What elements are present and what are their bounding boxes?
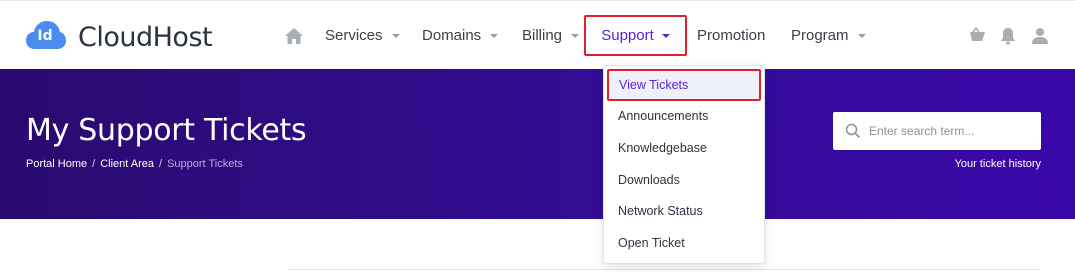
home-icon[interactable] — [284, 26, 304, 46]
breadcrumb-link-home[interactable]: Portal Home — [26, 158, 87, 170]
site-logo[interactable]: Id CloudHost — [26, 19, 213, 53]
chevron-down-icon — [857, 33, 866, 38]
search-input[interactable] — [869, 112, 1037, 150]
chevron-down-icon — [391, 33, 400, 38]
page-header: My Support Tickets Portal Home / Client Ar… — [0, 69, 1075, 219]
nav-item-services[interactable]: Services — [325, 27, 400, 44]
ticket-history-caption: Your ticket history — [954, 158, 1041, 170]
breadcrumb-current: Support Tickets — [167, 158, 243, 170]
brand-name: CloudHost — [78, 22, 213, 53]
nav-item-domains[interactable]: Domains — [422, 27, 499, 44]
breadcrumb-separator: / — [92, 158, 96, 170]
chevron-down-icon — [490, 33, 499, 38]
menu-item-downloads[interactable]: Downloads — [604, 164, 764, 196]
ticket-search-box[interactable] — [833, 112, 1041, 150]
bell-icon[interactable] — [999, 27, 1019, 47]
nav-item-label: Domains — [422, 27, 482, 44]
nav-item-label: Services — [325, 27, 383, 44]
user-icon[interactable] — [1031, 27, 1051, 47]
menu-item-open-ticket[interactable]: Open Ticket — [604, 227, 764, 259]
breadcrumb-separator: / — [159, 158, 163, 170]
cloud-logo-icon: Id — [26, 19, 76, 53]
nav-item-label: Promotion — [697, 27, 766, 44]
nav-item-promotion[interactable]: Promotion — [697, 27, 765, 44]
chevron-down-icon — [661, 33, 670, 38]
content-divider — [287, 269, 1040, 270]
logo-badge-text: Id — [37, 28, 53, 44]
nav-item-billing[interactable]: Billing — [522, 27, 580, 44]
menu-item-knowledgebase[interactable]: Knowledgebase — [604, 132, 764, 164]
menu-item-view-tickets[interactable]: View Tickets — [607, 69, 761, 101]
nav-item-label: Billing — [522, 27, 563, 44]
nav-item-program[interactable]: Program — [791, 27, 866, 44]
chevron-down-icon — [571, 33, 580, 38]
nav-item-label: Support — [601, 27, 654, 44]
breadcrumb-link-client-area[interactable]: Client Area — [100, 158, 154, 170]
support-dropdown-menu: View Tickets Announcements Knowledgebase… — [603, 65, 765, 264]
nav-item-label: Program — [791, 27, 849, 44]
top-navbar: Id CloudHost Services Domains Billing Su… — [0, 0, 1075, 69]
search-icon — [845, 123, 861, 139]
page-title: My Support Tickets — [26, 113, 307, 148]
nav-item-support[interactable]: Support — [584, 15, 687, 56]
menu-item-network-status[interactable]: Network Status — [604, 195, 764, 227]
menu-item-announcements[interactable]: Announcements — [604, 100, 764, 132]
cart-icon[interactable] — [966, 26, 986, 47]
breadcrumb: Portal Home / Client Area / Support Tickets — [26, 158, 243, 170]
